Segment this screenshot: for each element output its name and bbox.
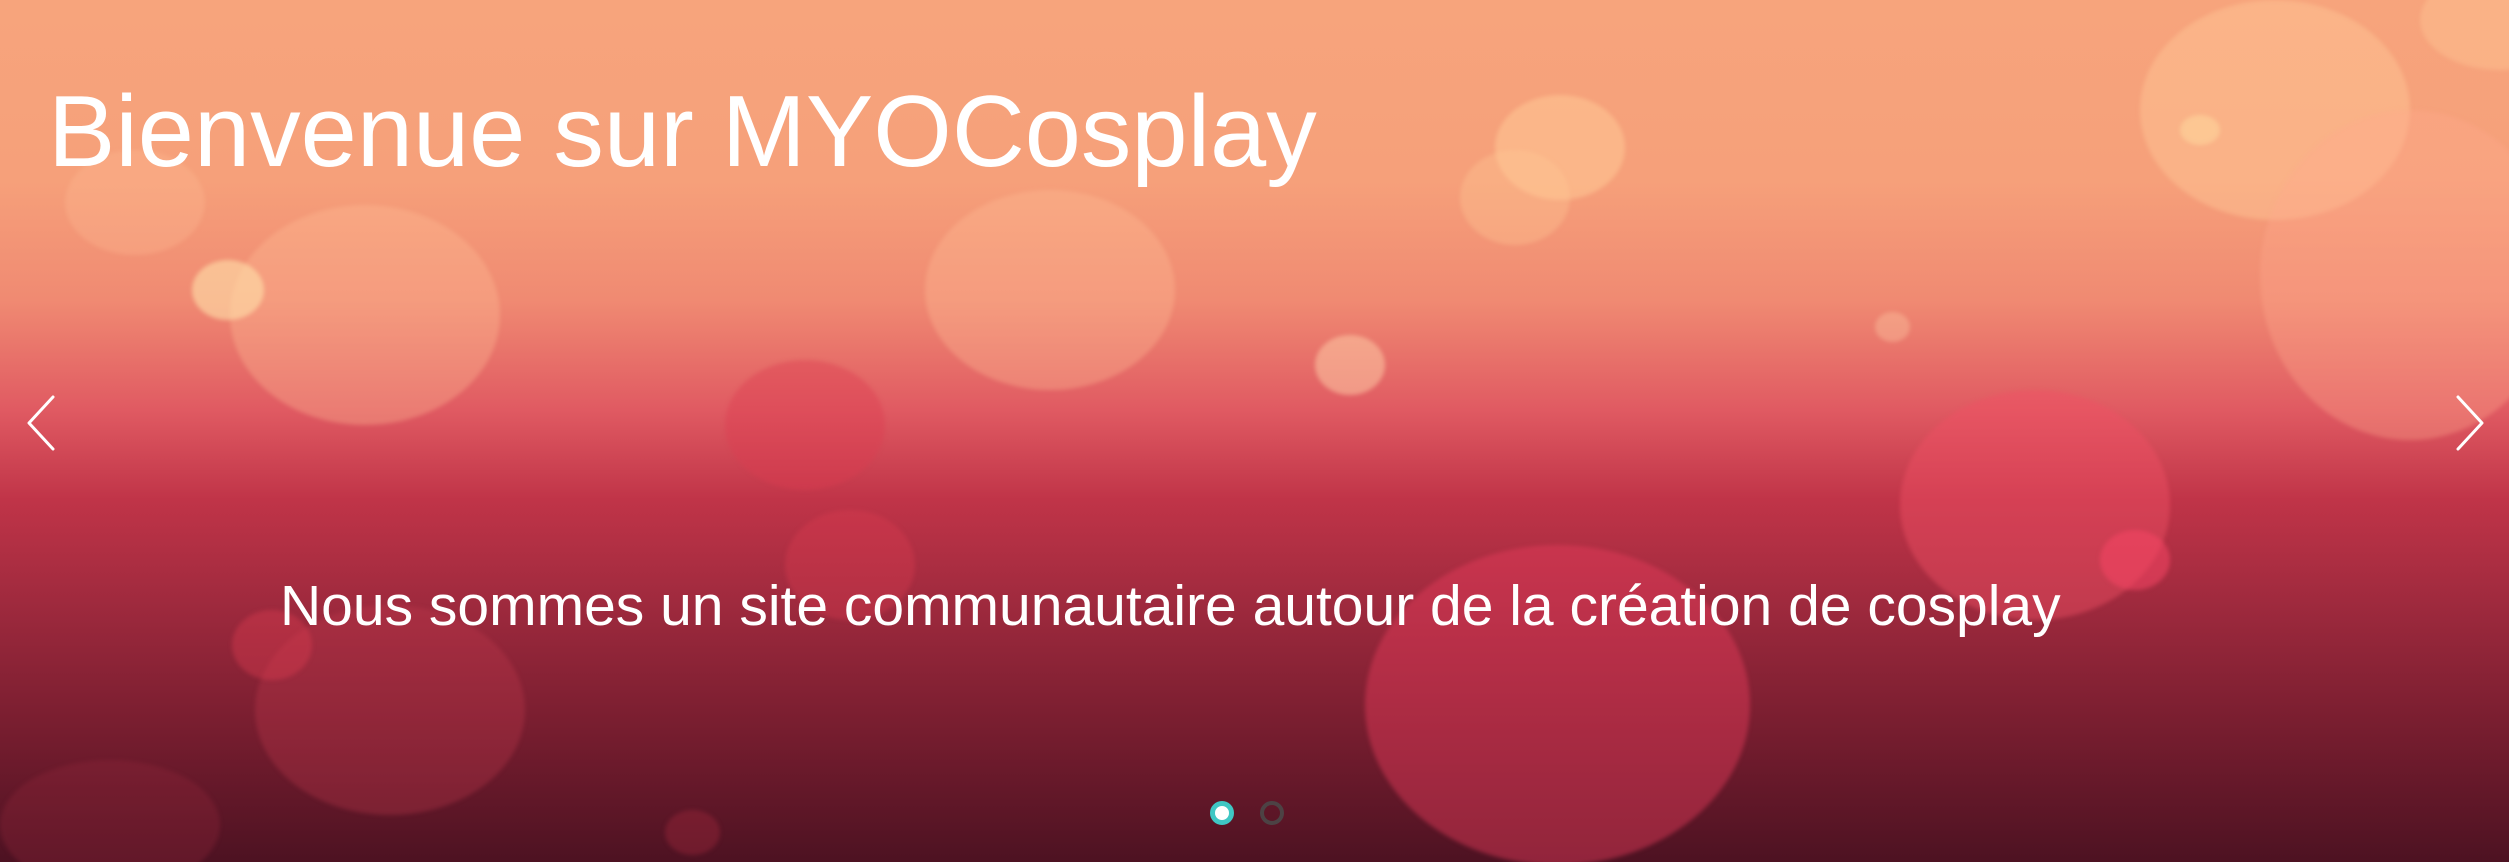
carousel-dot-2[interactable] (1260, 801, 1284, 825)
carousel-next-button[interactable] (2441, 388, 2501, 458)
chevron-left-icon (23, 393, 57, 453)
carousel-prev-button[interactable] (10, 388, 70, 458)
carousel-indicators (1210, 801, 1284, 825)
hero-title: Bienvenue sur MYOCosplay (48, 76, 1317, 188)
hero-carousel: Bienvenue sur MYOCosplay Nous sommes un … (0, 0, 2509, 862)
hero-subtitle: Nous sommes un site communautaire autour… (280, 574, 2061, 638)
carousel-dot-1[interactable] (1210, 801, 1234, 825)
chevron-right-icon (2454, 393, 2488, 453)
